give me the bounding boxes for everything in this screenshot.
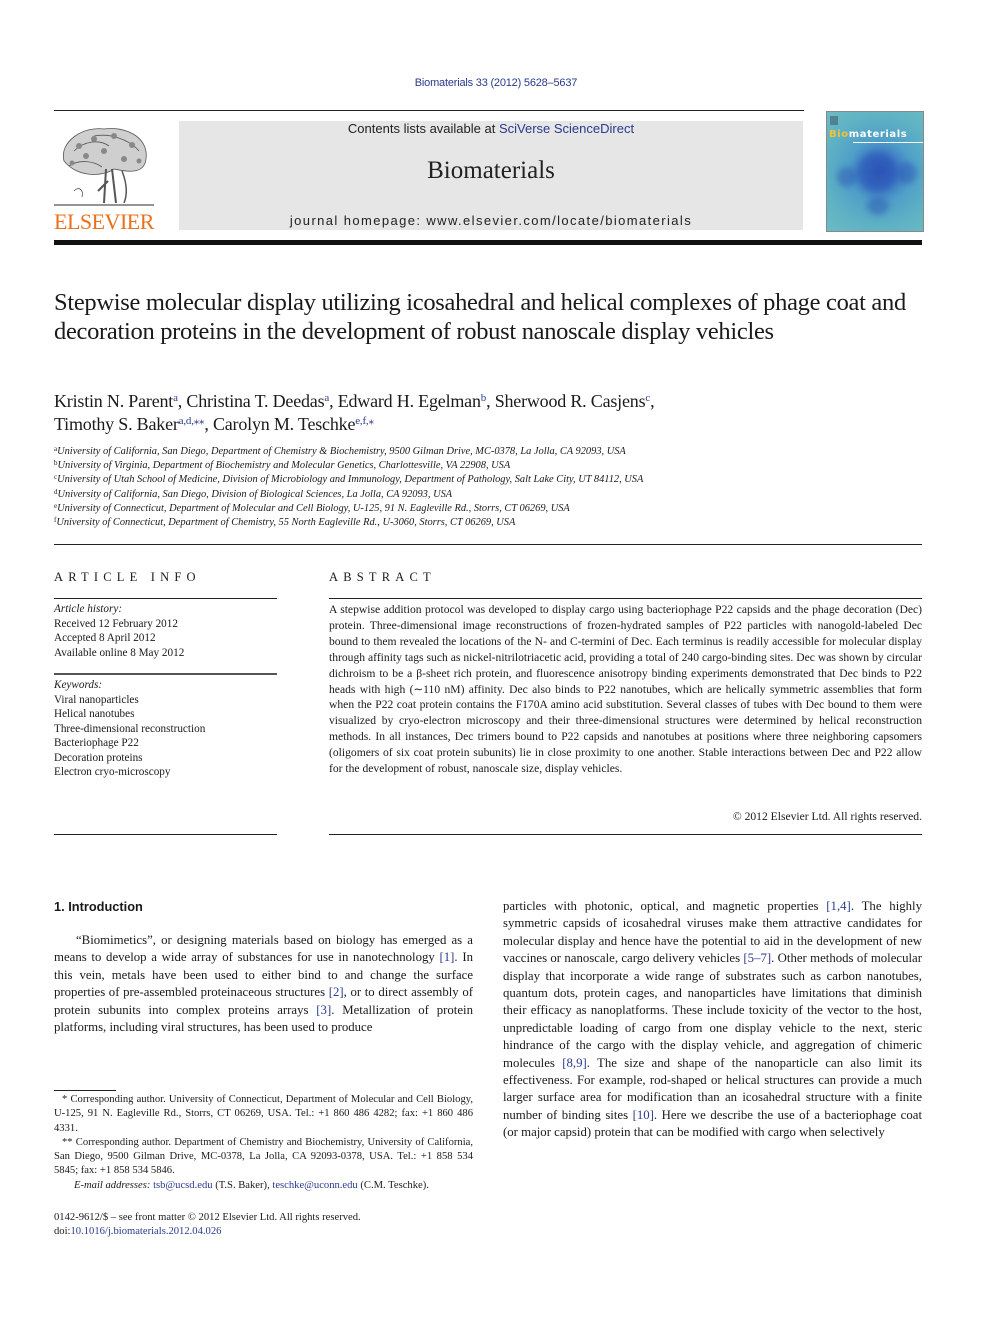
- history-label: Article history:: [54, 603, 123, 615]
- author-affiliation-marker[interactable]: c: [645, 392, 650, 404]
- article-history: Article history: Received 12 February 20…: [54, 602, 279, 660]
- keywords-label: Keywords:: [54, 679, 103, 691]
- article-info-rule: [54, 598, 277, 599]
- journal-citation[interactable]: Biomaterials 33 (2012) 5628–5637: [0, 77, 992, 89]
- email-addresses: E-mail addresses: tsb@ucsd.edu (T.S. Bak…: [54, 1179, 473, 1193]
- history-item: Accepted 8 April 2012: [54, 632, 156, 644]
- journal-cover-image[interactable]: Biomaterials: [826, 111, 924, 232]
- author-name[interactable]: Edward H. Egelman: [338, 391, 481, 411]
- doi-line: doi:10.1016/j.biomaterials.2012.04.026: [54, 1225, 473, 1239]
- header-rule: [54, 110, 804, 111]
- email-link[interactable]: tsb@ucsd.edu: [153, 1180, 212, 1191]
- sciencedirect-link[interactable]: SciVerse ScienceDirect: [499, 121, 634, 136]
- corresponding-author-footnote: * Corresponding author. University of Co…: [54, 1094, 473, 1134]
- header-thick-rule: [54, 240, 922, 245]
- history-item: Available online 8 May 2012: [54, 646, 185, 659]
- journal-banner: Contents lists available at SciVerse Sci…: [179, 121, 803, 230]
- cover-title: Biomaterials: [829, 129, 908, 140]
- affiliation-list: aUniversity of California, San Diego, De…: [54, 445, 934, 530]
- footnotes: * Corresponding author. University of Co…: [54, 1093, 473, 1193]
- journal-name: Biomaterials: [427, 157, 555, 184]
- email-owner: (C.M. Teschke).: [357, 1179, 429, 1191]
- corresponding-author-footnote: ** Corresponding author. Department of C…: [54, 1136, 473, 1177]
- keyword-item: Bacteriophage P22: [54, 737, 139, 749]
- keywords-rule: [54, 673, 277, 675]
- affiliation-item: eUniversity of Connecticut, Department o…: [54, 501, 570, 514]
- reference-link[interactable]: [2]: [329, 985, 344, 999]
- journal-homepage-link[interactable]: journal homepage: www.elsevier.com/locat…: [179, 213, 803, 228]
- affiliation-item: cUniversity of Utah School of Medicine, …: [54, 473, 644, 486]
- reference-link[interactable]: [8,9]: [562, 1056, 587, 1070]
- affiliation-key: d: [54, 487, 58, 496]
- body-column-left: “Biomimetics”, or designing materials ba…: [54, 933, 473, 1035]
- keyword-item: Three-dimensional reconstruction: [54, 722, 206, 735]
- contents-line: Contents lists available at SciVerse Sci…: [179, 121, 803, 136]
- keyword-item: Viral nanoparticles: [54, 693, 139, 706]
- article-info-heading: ARTICLE INFO: [54, 570, 201, 584]
- affiliation-item: fUniversity of Connecticut, Department o…: [54, 516, 516, 529]
- abstract-text: A stepwise addition protocol was develop…: [329, 603, 922, 776]
- elsevier-tree-icon: [54, 128, 154, 206]
- footnote-rule: [54, 1090, 116, 1091]
- author-affiliation-marker[interactable]: a,d,⁎⁎: [179, 415, 205, 427]
- elsevier-logo[interactable]: ELSEVIER: [54, 121, 158, 234]
- author-affiliation-marker[interactable]: a: [173, 392, 178, 404]
- affiliation-item: bUniversity of Virginia, Department of B…: [54, 459, 511, 472]
- doi-prefix: doi:: [54, 1226, 71, 1238]
- author-list: Kristin N. Parenta, Christina T. Deedasa…: [54, 391, 655, 434]
- cover-publisher-logo: [830, 116, 838, 125]
- email-label: E-mail addresses:: [74, 1179, 154, 1191]
- body-column-right: particles with photonic, optical, and ma…: [503, 899, 923, 1140]
- keyword-item: Electron cryo-microscopy: [54, 766, 171, 778]
- issn-line: 0142-9612/$ – see front matter © 2012 El…: [54, 1212, 361, 1223]
- article-title: Stepwise molecular display utilizing ico…: [54, 289, 906, 345]
- reference-link[interactable]: [5–7]: [743, 951, 771, 965]
- affiliation-key: c: [54, 473, 58, 482]
- affiliation-item: dUniversity of California, San Diego, Di…: [54, 487, 453, 500]
- author-name[interactable]: Sherwood R. Casjens: [495, 391, 646, 411]
- reference-link[interactable]: [3]: [316, 1003, 331, 1017]
- section-rule: [54, 544, 922, 545]
- affiliation-key: b: [54, 459, 58, 468]
- reference-link[interactable]: [10]: [633, 1108, 654, 1122]
- doi-link[interactable]: 10.1016/j.biomaterials.2012.04.026: [70, 1226, 221, 1237]
- reference-link[interactable]: [1]: [440, 950, 455, 964]
- contents-prefix: Contents lists available at: [347, 121, 499, 136]
- affiliation-key: f: [54, 516, 57, 525]
- author-affiliation-marker[interactable]: a: [324, 392, 329, 404]
- front-matter: 0142-9612/$ – see front matter © 2012 El…: [54, 1211, 473, 1240]
- author-affiliation-marker[interactable]: b: [481, 392, 487, 404]
- article-info-bottom-rule: [54, 834, 277, 835]
- affiliation-key: a: [54, 445, 58, 453]
- author-affiliation-marker[interactable]: e,f,⁎: [355, 415, 374, 427]
- email-owner: (T.S. Baker),: [212, 1179, 273, 1191]
- section-heading-introduction: 1. Introduction: [54, 899, 143, 914]
- author-name[interactable]: Christina T. Deedas: [186, 391, 324, 411]
- author-name[interactable]: Carolyn M. Teschke: [213, 414, 355, 434]
- cover-rule: [853, 142, 923, 143]
- abstract-copyright: © 2012 Elsevier Ltd. All rights reserved…: [732, 810, 922, 823]
- affiliation-key: e: [54, 501, 58, 510]
- history-item: Received 12 February 2012: [54, 617, 178, 630]
- author-name[interactable]: Timothy S. Baker: [54, 414, 179, 434]
- reference-link[interactable]: [1,4]: [826, 899, 851, 913]
- keyword-item: Decoration proteins: [54, 751, 143, 764]
- abstract-bottom-rule: [329, 834, 922, 835]
- email-link[interactable]: teschke@uconn.edu: [272, 1180, 357, 1191]
- affiliation-item: aUniversity of California, San Diego, De…: [54, 445, 626, 458]
- author-name[interactable]: Kristin N. Parent: [54, 391, 173, 411]
- keywords: Keywords: Viral nanoparticles Helical na…: [54, 678, 279, 780]
- abstract-heading: ABSTRACT: [329, 570, 436, 584]
- abstract-rule: [329, 598, 922, 599]
- elsevier-wordmark: ELSEVIER: [54, 209, 154, 234]
- keyword-item: Helical nanotubes: [54, 708, 135, 720]
